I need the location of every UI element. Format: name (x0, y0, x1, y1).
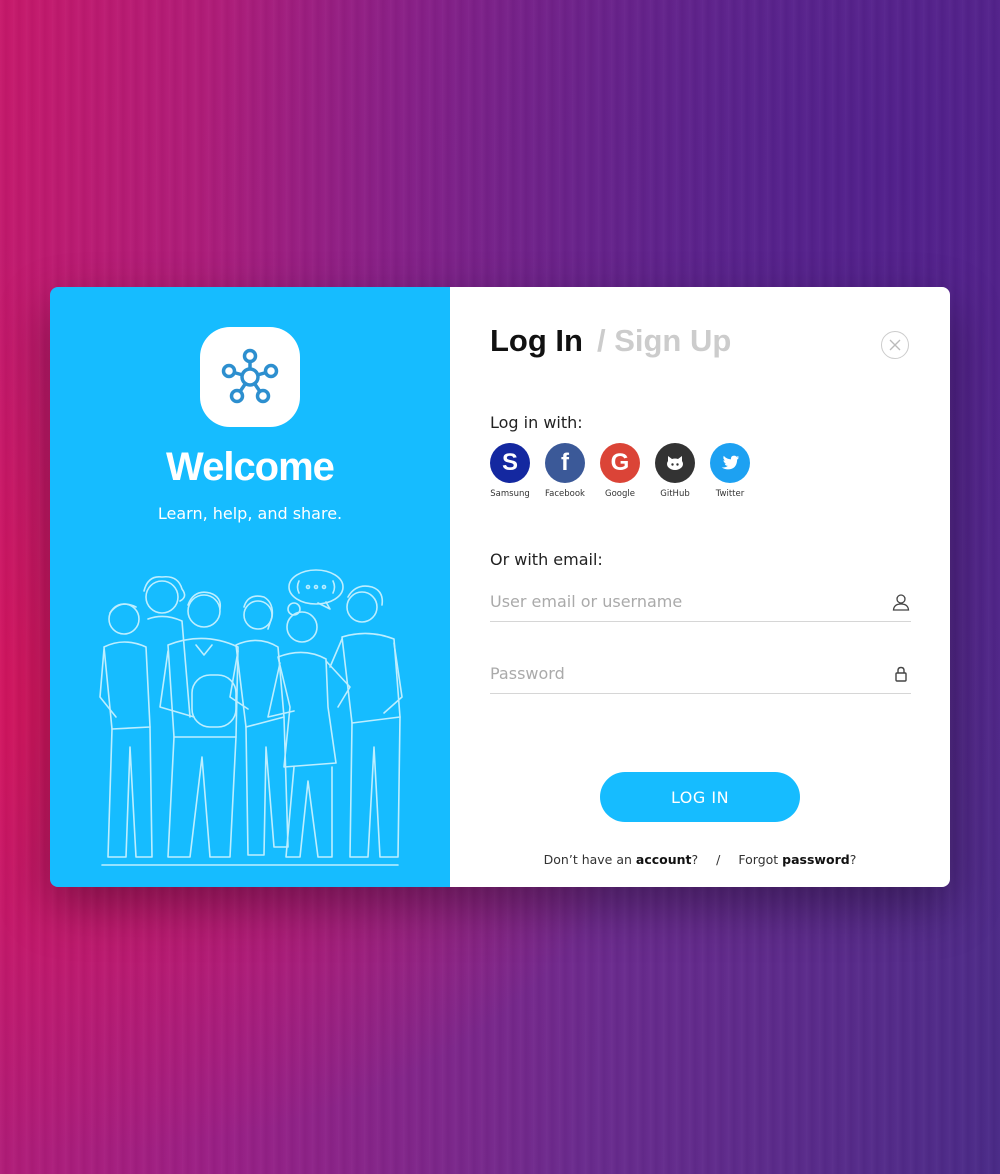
lock-icon (891, 664, 911, 684)
user-icon (891, 592, 911, 612)
forgot-prompt: Forgot password? (738, 852, 856, 867)
social-button-facebook[interactable]: f Facebook (545, 443, 585, 499)
twitter-icon (710, 443, 750, 483)
social-login-label: Log in with: (490, 413, 583, 432)
app-logo-icon (200, 327, 300, 427)
social-button-google[interactable]: G Google (600, 443, 640, 499)
social-label-facebook: Facebook (545, 489, 585, 499)
social-label-github: GitHub (660, 489, 690, 499)
signup-prompt-prefix: Don’t have an (543, 852, 636, 867)
social-label-samsung: Samsung (490, 489, 530, 499)
username-field-wrapper (490, 582, 911, 622)
google-icon: G (600, 443, 640, 483)
forgot-prompt-prefix: Forgot (738, 852, 783, 867)
close-icon (889, 339, 901, 351)
auth-tabs: Log In / Sign Up (490, 323, 731, 359)
facebook-icon: f (545, 443, 585, 483)
tab-signup[interactable]: / Sign Up (597, 323, 731, 359)
social-button-samsung[interactable]: S Samsung (490, 443, 530, 499)
close-button[interactable] (881, 331, 909, 359)
community-illustration (99, 569, 403, 866)
login-modal: Welcome Learn, help, and share. Log In /… (50, 287, 950, 887)
welcome-heading: Welcome (166, 445, 335, 489)
social-label-twitter: Twitter (715, 489, 745, 499)
social-label-google: Google (605, 489, 635, 499)
welcome-tagline: Learn, help, and share. (157, 504, 343, 523)
forgot-password-link[interactable]: password (782, 852, 850, 867)
signup-prompt: Don’t have an account? (544, 852, 699, 867)
footer-separator: / (716, 852, 721, 867)
tab-login[interactable]: Log In (490, 323, 583, 359)
email-login-label: Or with email: (490, 550, 603, 569)
password-field-wrapper (490, 654, 911, 694)
login-button[interactable]: LOG IN (600, 772, 800, 822)
username-input[interactable] (490, 592, 891, 611)
samsung-icon: S (490, 443, 530, 483)
github-icon (655, 443, 695, 483)
forgot-prompt-suffix: ? (849, 852, 857, 867)
signup-link[interactable]: account (636, 852, 692, 867)
social-login-list: S Samsung f Facebook G Google GitHub Twi… (490, 443, 750, 499)
social-button-github[interactable]: GitHub (655, 443, 695, 499)
signup-prompt-suffix: ? (691, 852, 699, 867)
login-panel: Log In / Sign Up Log in with: S Samsung … (450, 287, 950, 887)
auth-footer: Don’t have an account? / Forgot password… (450, 852, 950, 867)
welcome-panel: Welcome Learn, help, and share. (50, 287, 450, 887)
social-button-twitter[interactable]: Twitter (710, 443, 750, 499)
password-input[interactable] (490, 664, 891, 683)
